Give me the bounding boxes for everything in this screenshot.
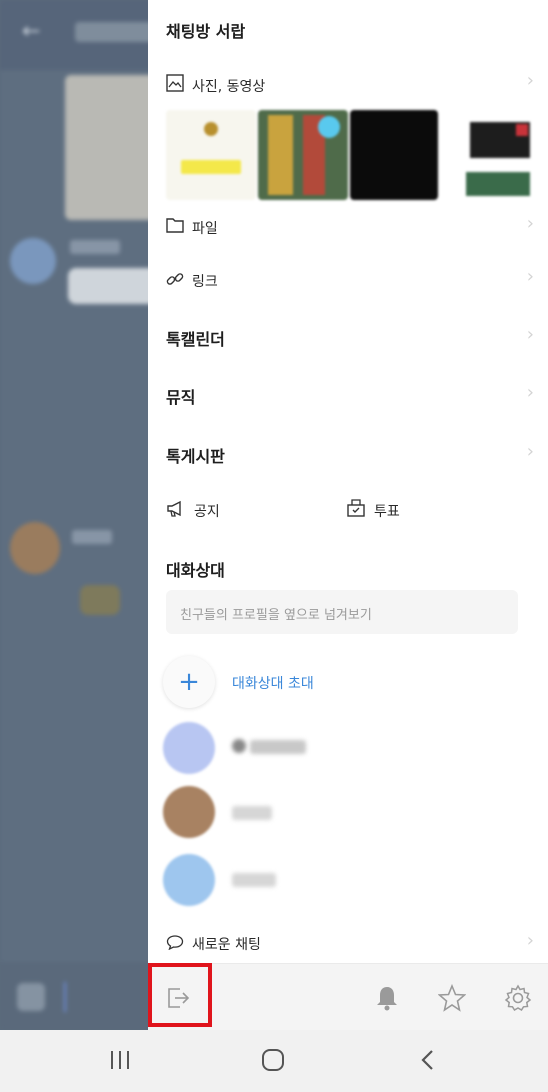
member-name (232, 873, 276, 887)
media-thumbnail[interactable] (166, 110, 256, 200)
members-hint-box: 친구들의 프로필을 옆으로 넘겨보기 (166, 590, 518, 634)
music-label[interactable]: 뮤직 (166, 384, 195, 408)
member-badge (232, 739, 246, 753)
calendar-label[interactable]: 톡캘린더 (166, 326, 225, 350)
avatar[interactable] (163, 722, 215, 774)
home-icon[interactable] (261, 1048, 285, 1072)
notice-label[interactable]: 공지 (194, 501, 220, 521)
chevron-right-icon[interactable]: › (527, 382, 534, 403)
chat-bubble-icon (166, 935, 184, 950)
bell-icon[interactable] (374, 984, 400, 1012)
chevron-right-icon[interactable]: › (527, 213, 534, 234)
members-title: 대화상대 (166, 561, 225, 580)
link-icon (166, 273, 184, 285)
back-icon[interactable] (418, 1048, 438, 1072)
avatar (10, 522, 60, 574)
gear-icon[interactable] (504, 984, 532, 1012)
megaphone-icon (167, 500, 181, 517)
message-bubble (68, 268, 158, 304)
input-cursor (64, 982, 66, 1012)
drawer-title: 채팅방 서랍 (166, 22, 246, 41)
attach-button[interactable] (17, 983, 45, 1011)
media-thumbnail[interactable] (466, 110, 530, 200)
media-thumbnail[interactable] (350, 110, 438, 200)
chevron-right-icon[interactable]: › (527, 930, 534, 951)
avatar[interactable] (163, 786, 215, 838)
board-label[interactable]: 톡게시판 (166, 443, 225, 467)
system-navigation-bar (0, 1030, 548, 1092)
link-label[interactable]: 링크 (192, 271, 218, 291)
chevron-right-icon[interactable]: › (527, 324, 534, 345)
chat-drawer-panel: 채팅방 서랍 사진, 동영상 › 파일 › 링크 › 톡캘린더 › 뮤직 › 톡… (148, 0, 548, 1031)
avatar (10, 238, 56, 284)
plus-icon[interactable]: + (163, 656, 215, 708)
media-thumbnail[interactable] (258, 110, 348, 200)
member-name (232, 806, 272, 820)
back-icon[interactable]: ← (22, 21, 46, 43)
chevron-right-icon[interactable]: › (527, 266, 534, 287)
chevron-right-icon[interactable]: › (527, 70, 534, 91)
star-icon[interactable] (438, 984, 466, 1012)
recent-apps-icon[interactable] (108, 1049, 132, 1071)
avatar[interactable] (163, 854, 215, 906)
exit-highlight-box (148, 963, 212, 1027)
folder-icon (166, 218, 184, 233)
media-label[interactable]: 사진, 동영상 (192, 76, 265, 96)
sender-name (72, 530, 112, 544)
vote-label[interactable]: 투표 (374, 501, 400, 521)
sticker (80, 585, 120, 615)
image-icon (166, 74, 184, 92)
chevron-right-icon[interactable]: › (527, 441, 534, 462)
members-hint: 친구들의 프로필을 옆으로 넘겨보기 (180, 608, 372, 623)
ballot-box-icon (347, 499, 365, 517)
sender-name (70, 240, 120, 254)
file-label[interactable]: 파일 (192, 218, 218, 238)
new-chat-label[interactable]: 새로운 채팅 (192, 934, 261, 954)
invite-members-button[interactable]: 대화상대 초대 (232, 673, 314, 693)
member-name (250, 740, 306, 754)
chat-image-bubble (65, 75, 160, 220)
